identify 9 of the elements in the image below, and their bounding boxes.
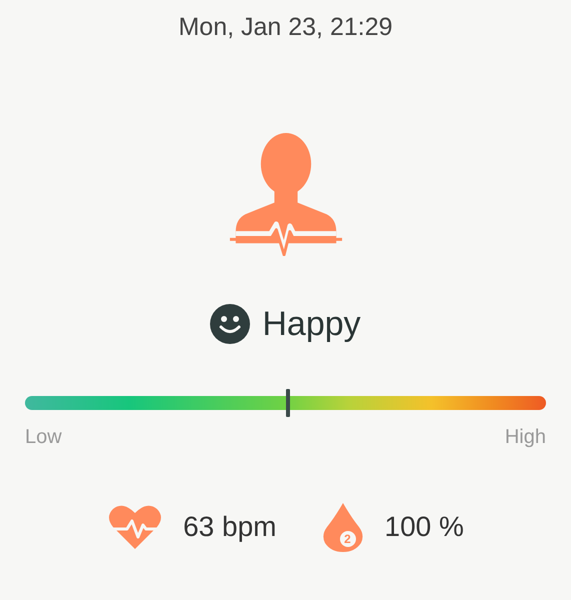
smiley-icon <box>210 304 250 344</box>
date-time: Mon, Jan 23, 21:29 <box>178 12 393 43</box>
heart-rate-icon <box>107 503 164 551</box>
stat-value: 100 % <box>384 511 464 543</box>
low-label: Low <box>25 426 62 449</box>
mood-label: Happy <box>262 304 361 344</box>
oxygen-drop-icon: 2 <box>320 501 364 553</box>
high-label: High <box>504 426 546 449</box>
stat-value: 63 bpm <box>183 511 276 543</box>
